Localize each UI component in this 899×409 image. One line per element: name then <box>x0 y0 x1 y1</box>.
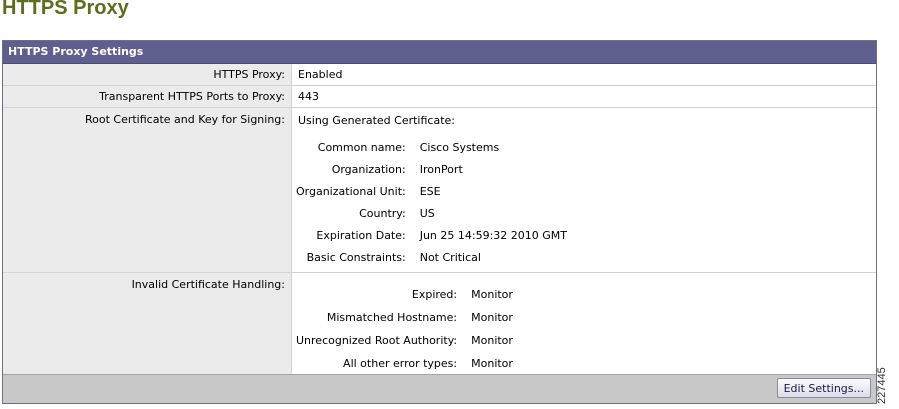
invalid-field-label: All other error types: <box>343 357 458 370</box>
invalid-certificate-details: Expired: Monitor Mismatched Hostname: Mo… <box>292 273 876 375</box>
cert-field-basic-constraints: Basic Constraints: Not Critical <box>296 246 567 268</box>
row-invalid-certificate-handling: Invalid Certificate Handling: Expired: M… <box>3 273 876 375</box>
cert-field-label: Basic Constraints: <box>306 250 406 264</box>
invalid-field-label: Unrecognized Root Authority: <box>296 334 458 347</box>
invalid-certificate-label: Invalid Certificate Handling: <box>3 273 292 375</box>
row-https-proxy: HTTPS Proxy: Enabled <box>3 64 876 86</box>
cert-field-country: Country: US <box>296 202 567 224</box>
page-title: HTTPS Proxy <box>2 0 129 19</box>
invalid-field-expired: Expired: Monitor <box>296 283 513 306</box>
transparent-ports-label: Transparent HTTPS Ports to Proxy: <box>3 86 292 107</box>
cert-field-expiration-date: Expiration Date: Jun 25 14:59:32 2010 GM… <box>296 224 567 246</box>
panel-header: HTTPS Proxy Settings <box>3 41 876 64</box>
transparent-ports-value: 443 <box>298 90 319 103</box>
cert-field-value: IronPort <box>419 162 463 176</box>
root-certificate-details: Using Generated Certificate: Common name… <box>292 108 876 272</box>
cert-field-organizational-unit: Organizational Unit: ESE <box>296 180 567 202</box>
cert-field-label: Organizational Unit: <box>296 184 406 198</box>
invalid-field-value: Monitor <box>471 288 513 301</box>
cert-field-value: Cisco Systems <box>419 140 500 154</box>
figure-id: 227445 <box>876 367 888 404</box>
certificate-fields: Common name: Cisco Systems Organization:… <box>296 136 567 268</box>
cert-field-value: ESE <box>419 184 441 198</box>
cert-field-label: Expiration Date: <box>316 228 406 242</box>
cert-field-value: US <box>419 206 435 220</box>
panel-footer: Edit Settings... <box>3 374 876 403</box>
cert-field-label: Country: <box>359 206 406 220</box>
invalid-field-value: Monitor <box>471 311 513 324</box>
invalid-certificate-fields: Expired: Monitor Mismatched Hostname: Mo… <box>296 283 513 375</box>
https-proxy-label: HTTPS Proxy: <box>3 64 292 85</box>
certificate-intro: Using Generated Certificate: <box>298 114 455 127</box>
invalid-field-label: Expired: <box>411 288 458 301</box>
invalid-field-all-other-error-types: All other error types: Monitor <box>296 352 513 375</box>
cert-field-value: Not Critical <box>419 250 481 264</box>
root-certificate-label: Root Certificate and Key for Signing: <box>3 108 292 272</box>
cert-field-organization: Organization: IronPort <box>296 158 567 180</box>
invalid-field-label: Mismatched Hostname: <box>326 311 458 324</box>
invalid-field-unrecognized-root-authority: Unrecognized Root Authority: Monitor <box>296 329 513 352</box>
row-root-certificate: Root Certificate and Key for Signing: Us… <box>3 108 876 273</box>
cert-field-value: Jun 25 14:59:32 2010 GMT <box>419 228 568 242</box>
row-transparent-ports: Transparent HTTPS Ports to Proxy: 443 <box>3 86 876 108</box>
https-proxy-settings-panel: HTTPS Proxy Settings HTTPS Proxy: Enable… <box>2 40 877 404</box>
cert-field-common-name: Common name: Cisco Systems <box>296 136 567 158</box>
cert-field-label: Common name: <box>317 140 406 154</box>
invalid-field-value: Monitor <box>471 357 513 370</box>
invalid-field-mismatched-hostname: Mismatched Hostname: Monitor <box>296 306 513 329</box>
https-proxy-value: Enabled <box>298 68 343 81</box>
edit-settings-button[interactable]: Edit Settings... <box>776 378 871 398</box>
cert-field-label: Organization: <box>331 162 406 176</box>
invalid-field-value: Monitor <box>471 334 513 347</box>
